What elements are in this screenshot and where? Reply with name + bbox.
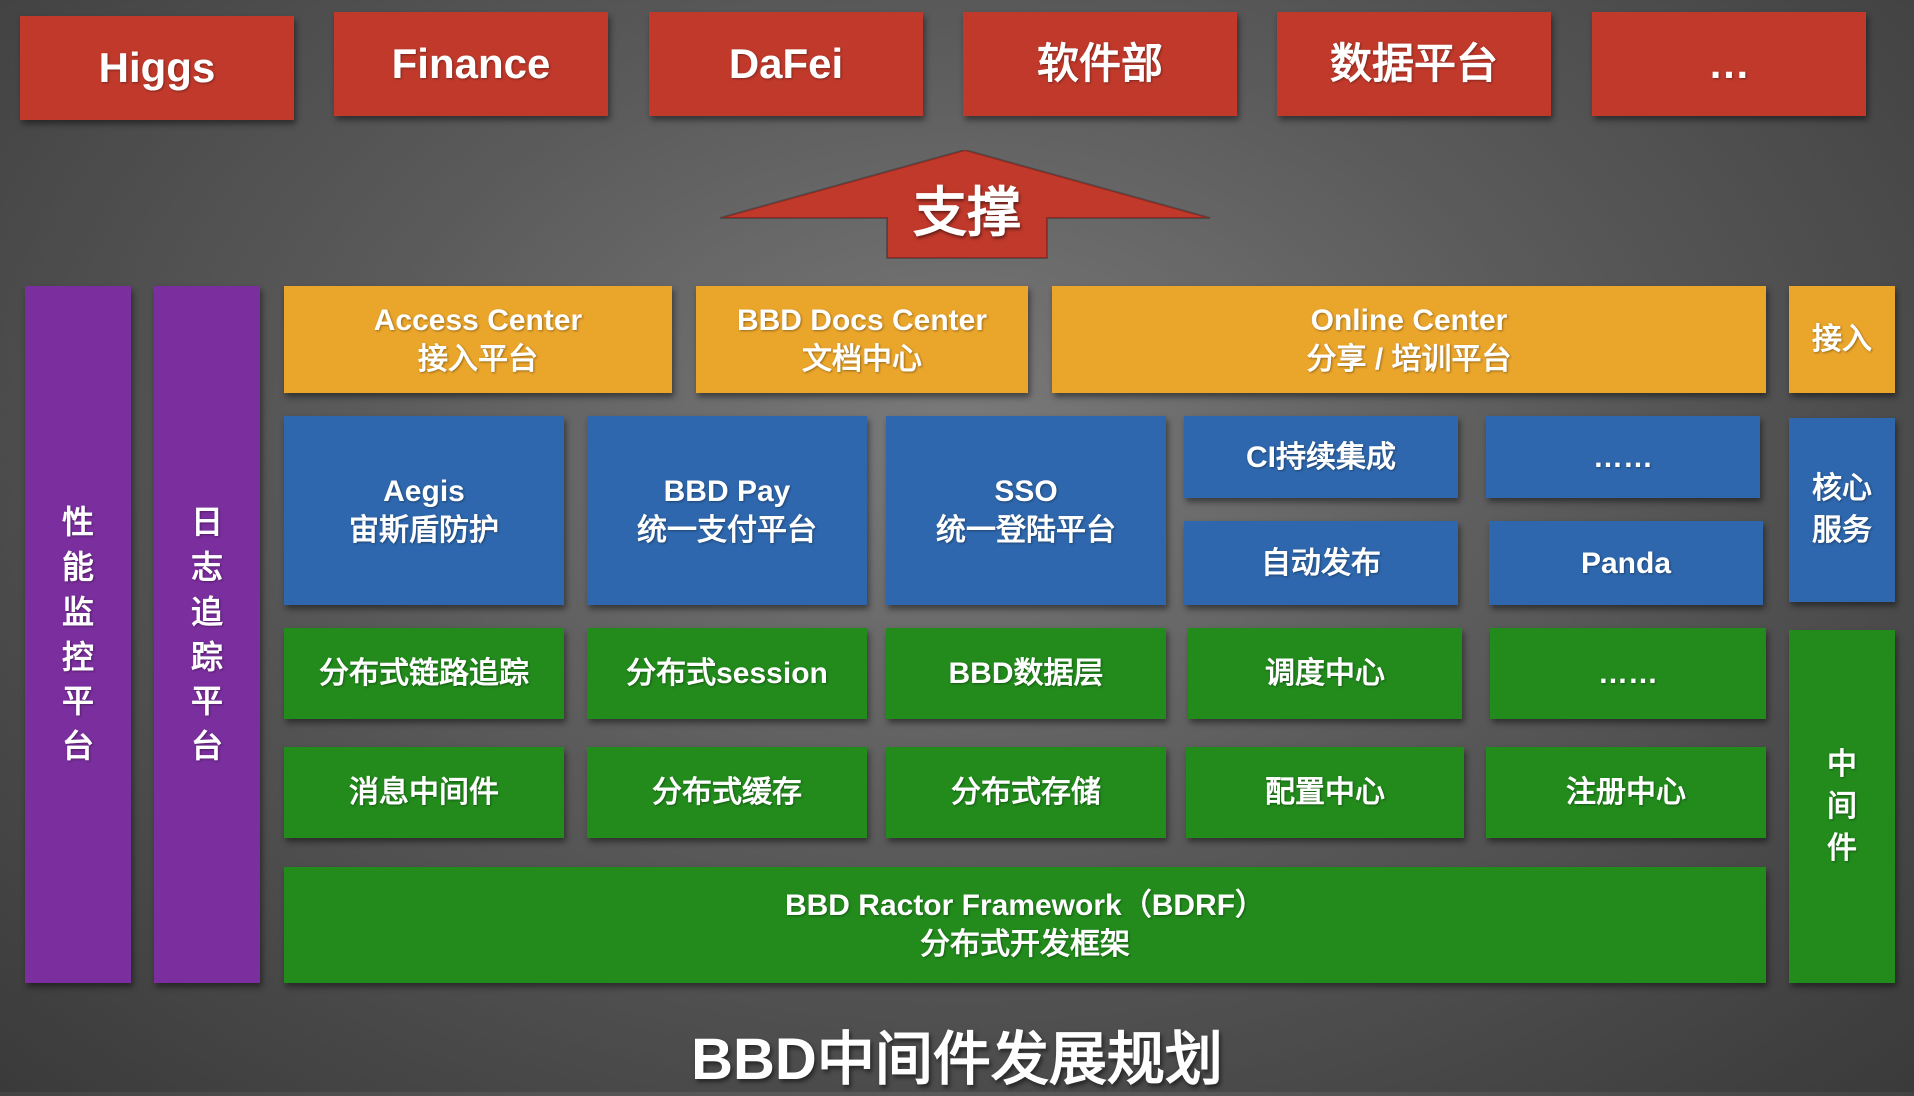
core-auto-release: 自动发布 (1184, 521, 1458, 605)
mw-scheduler-center: 调度中心 (1188, 628, 1462, 719)
online-center-en: Online Center (1310, 303, 1508, 337)
mw-more: …… (1490, 628, 1766, 719)
layer-label-access: 接入 (1789, 286, 1895, 393)
core-sso: SSO 统一登陆平台 (886, 416, 1166, 605)
core-aegis-en: Aegis (383, 474, 465, 508)
consumer-higgs: Higgs (20, 16, 294, 120)
support-label: 支撑 (913, 183, 1021, 243)
layer-label-core-text: 核心服务 (1812, 472, 1872, 547)
layer-label-core: 核心服务 (1789, 418, 1895, 602)
consumer-finance: Finance (334, 12, 608, 116)
core-panda: Panda (1489, 521, 1763, 605)
core-aegis: Aegis 宙斯盾防护 (284, 416, 564, 605)
mw-registry-center: 注册中心 (1486, 747, 1766, 838)
mw-config-center: 配置中心 (1186, 747, 1464, 838)
docs-center-cn: 文档中心 (802, 342, 922, 376)
layer-label-middleware: 中间件 (1789, 630, 1895, 983)
core-more: …… (1486, 416, 1760, 498)
core-ci: CI持续集成 (1184, 416, 1458, 498)
online-center: Online Center 分享 / 培训平台 (1052, 286, 1766, 393)
consumer-data-platform: 数据平台 (1277, 12, 1551, 116)
docs-center: BBD Docs Center 文档中心 (696, 286, 1028, 393)
access-center: Access Center 接入平台 (284, 286, 672, 393)
mw-distributed-tracing: 分布式链路追踪 (284, 628, 564, 719)
consumer-software-dept: 软件部 (963, 12, 1237, 116)
core-bbd-pay-en: BBD Pay (663, 474, 791, 508)
mw-distributed-session: 分布式session (587, 628, 867, 719)
side-monitoring-label: 性能监控平台 (61, 504, 94, 765)
side-log-tracing-platform: 日志追踪平台 (154, 286, 260, 983)
core-aegis-cn: 宙斯盾防护 (349, 513, 499, 547)
layer-label-middleware-text: 中间件 (1827, 747, 1857, 865)
framework-en: BBD Ractor Framework（BDRF） (784, 889, 1266, 922)
mw-bbd-data-layer: BBD数据层 (886, 628, 1166, 719)
framework-cn: 分布式开发框架 (920, 928, 1130, 961)
online-center-cn: 分享 / 培训平台 (1306, 342, 1512, 376)
side-log-tracing-label: 日志追踪平台 (190, 504, 223, 765)
mw-distributed-cache: 分布式缓存 (587, 747, 867, 838)
consumer-dafei: DaFei (649, 12, 923, 116)
mw-distributed-storage: 分布式存储 (886, 747, 1166, 838)
core-bbd-pay: BBD Pay 统一支付平台 (587, 416, 867, 605)
side-monitoring-platform: 性能监控平台 (25, 286, 131, 983)
framework-bdrf: BBD Ractor Framework（BDRF） 分布式开发框架 (284, 867, 1766, 983)
core-bbd-pay-cn: 统一支付平台 (637, 513, 817, 547)
page-title: BBD中间件发展规划 (691, 1027, 1223, 1092)
docs-center-en: BBD Docs Center (736, 303, 988, 337)
mw-message-queue: 消息中间件 (284, 747, 564, 838)
core-sso-en: SSO (994, 474, 1058, 508)
consumer-more: … (1592, 12, 1866, 116)
access-center-en: Access Center (373, 303, 583, 337)
core-sso-cn: 统一登陆平台 (936, 513, 1116, 547)
access-center-cn: 接入平台 (418, 342, 538, 376)
